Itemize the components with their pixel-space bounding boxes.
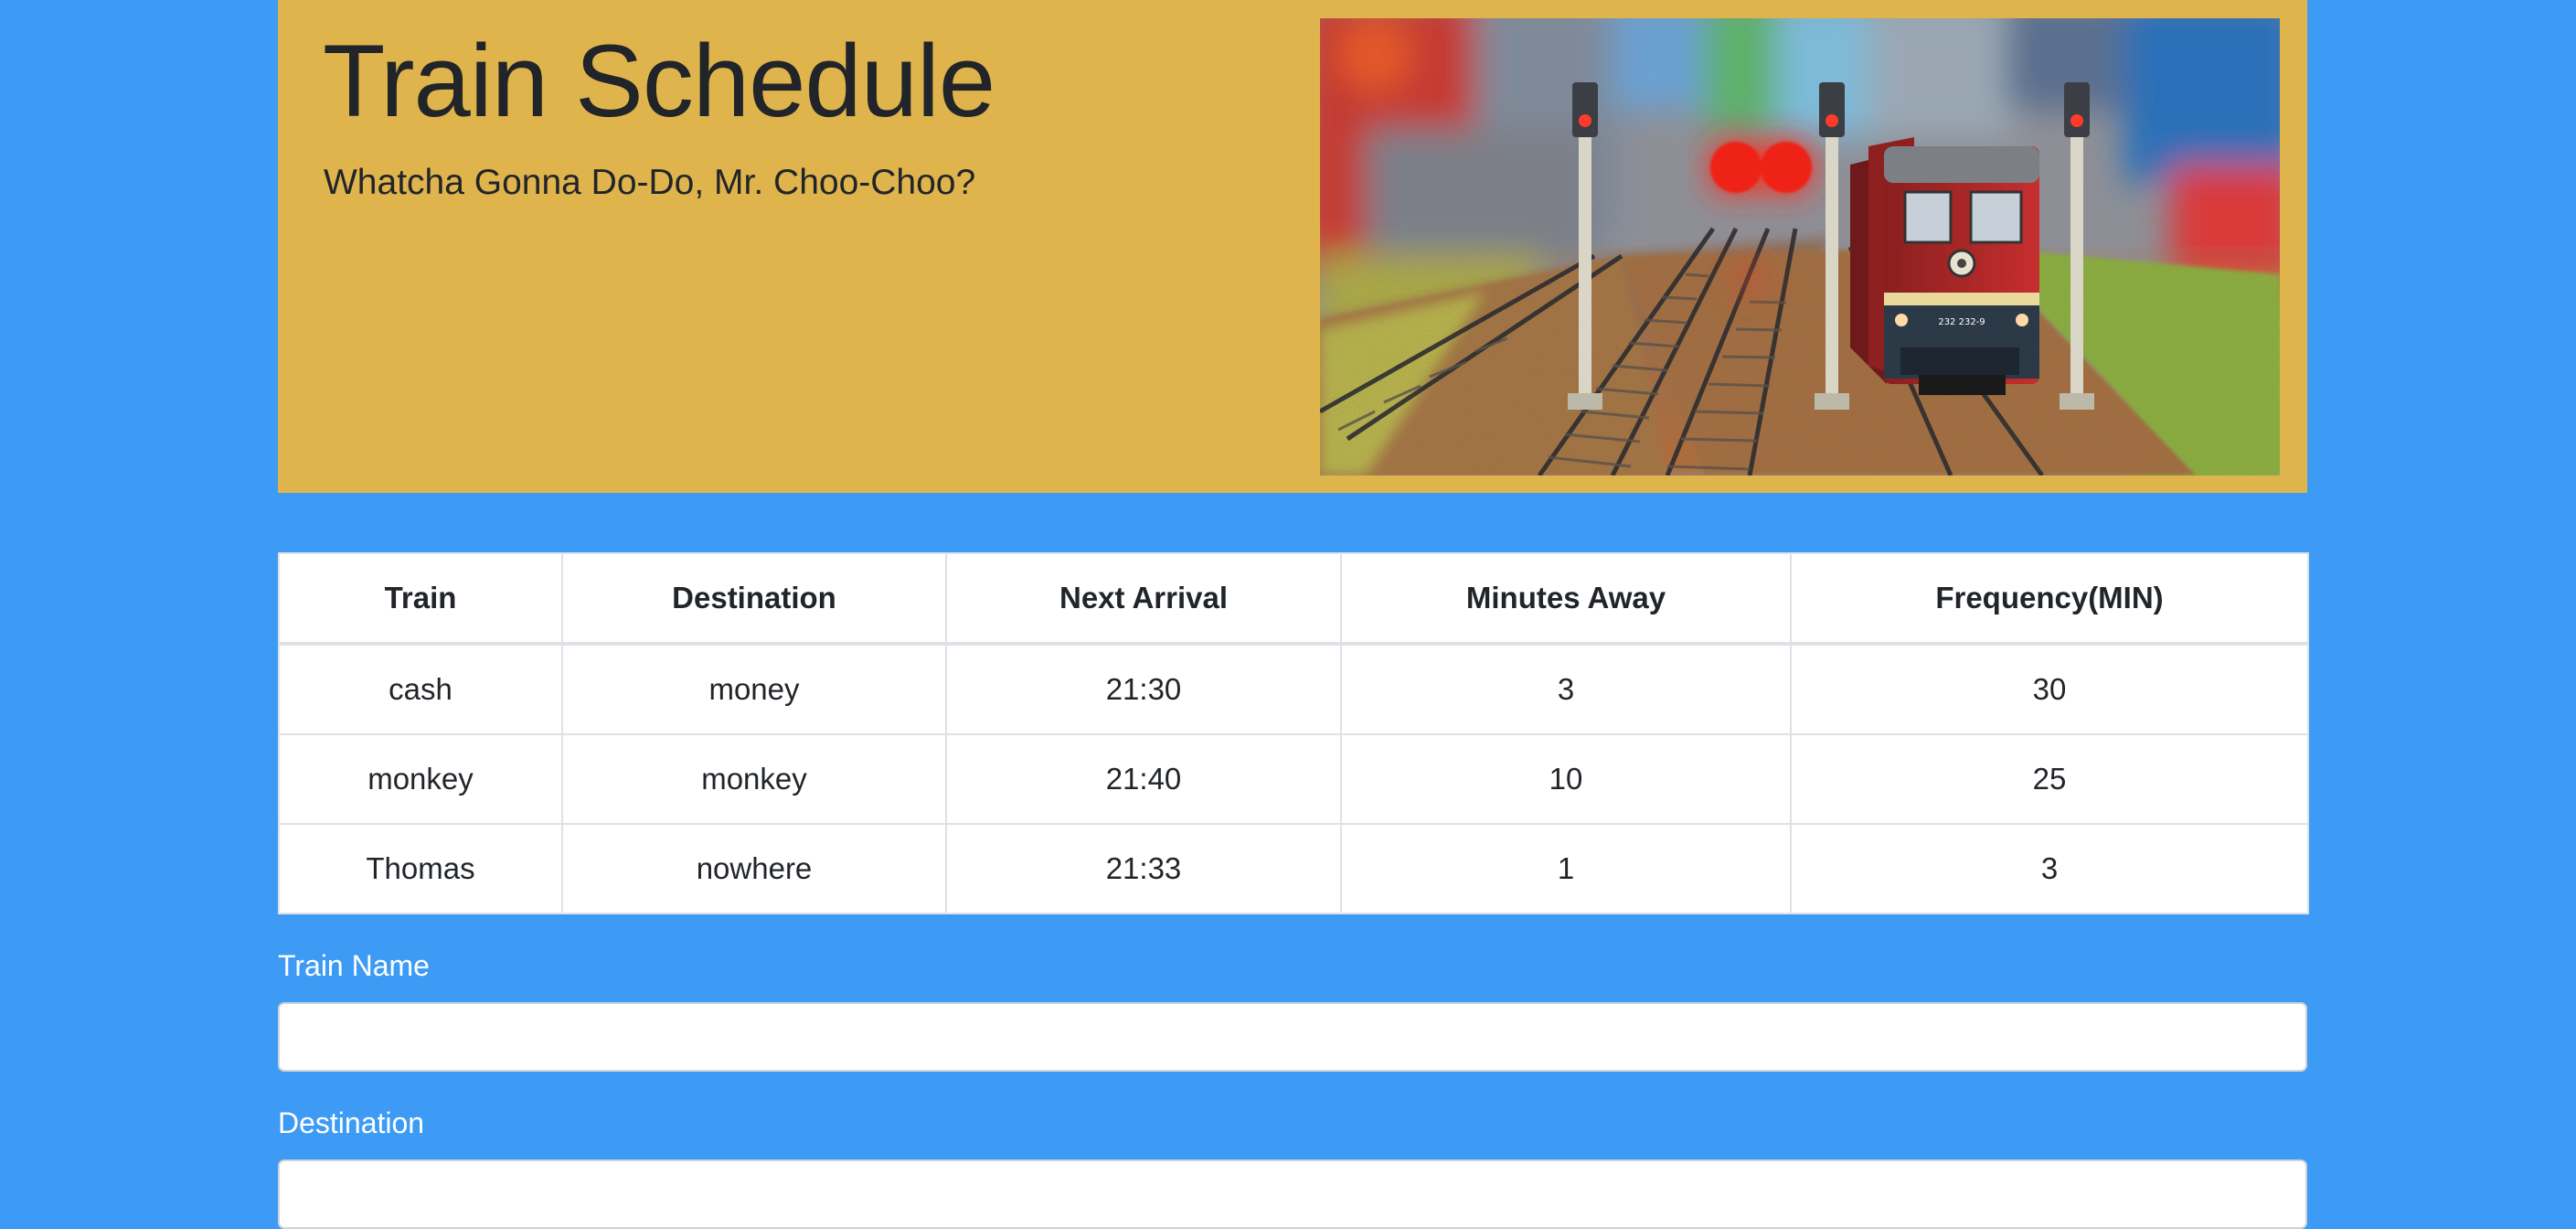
column-header-minutes-away: Minutes Away [1340,552,1792,646]
cell-destination: monkey [561,733,947,825]
column-header-frequency: Frequency(MIN) [1790,552,2309,646]
cell-train: monkey [278,733,563,825]
cell-train: Thomas [278,823,563,914]
cell-frequency: 30 [1790,643,2309,735]
cell-minutes-away: 3 [1340,643,1792,735]
model-train-image: 232 232-9 [1320,18,2280,476]
destination-label: Destination [278,1106,425,1139]
cell-minutes-away: 1 [1340,823,1792,914]
table-header-row: Train Destination Next Arrival Minutes A… [278,552,2309,646]
column-header-train: Train [278,552,563,646]
train-name-input[interactable] [278,1002,2307,1072]
cell-frequency: 3 [1790,823,2309,914]
column-header-next-arrival: Next Arrival [945,552,1342,646]
page-title: Train Schedule [323,24,995,138]
train-name-label: Train Name [278,949,430,982]
cell-train: cash [278,643,563,735]
cell-frequency: 25 [1790,733,2309,825]
header-jumbotron: Train Schedule Whatcha Gonna Do-Do, Mr. … [278,0,2307,493]
table-row: cash money 21:30 3 30 [278,643,2309,735]
train-schedule-table: Train Destination Next Arrival Minutes A… [278,552,2309,914]
cell-minutes-away: 10 [1340,733,1792,825]
cell-destination: nowhere [561,823,947,914]
table-row: Thomas nowhere 21:33 1 3 [278,823,2309,914]
cell-next-arrival: 21:40 [945,733,1342,825]
locomotive-number: 232 232-9 [1938,317,1985,327]
table-row: monkey monkey 21:40 10 25 [278,733,2309,825]
cell-next-arrival: 21:30 [945,643,1342,735]
cell-next-arrival: 21:33 [945,823,1342,914]
cell-destination: money [561,643,947,735]
page-subtitle: Whatcha Gonna Do-Do, Mr. Choo-Choo? [324,163,976,202]
destination-input[interactable] [278,1160,2307,1229]
column-header-destination: Destination [561,552,947,646]
